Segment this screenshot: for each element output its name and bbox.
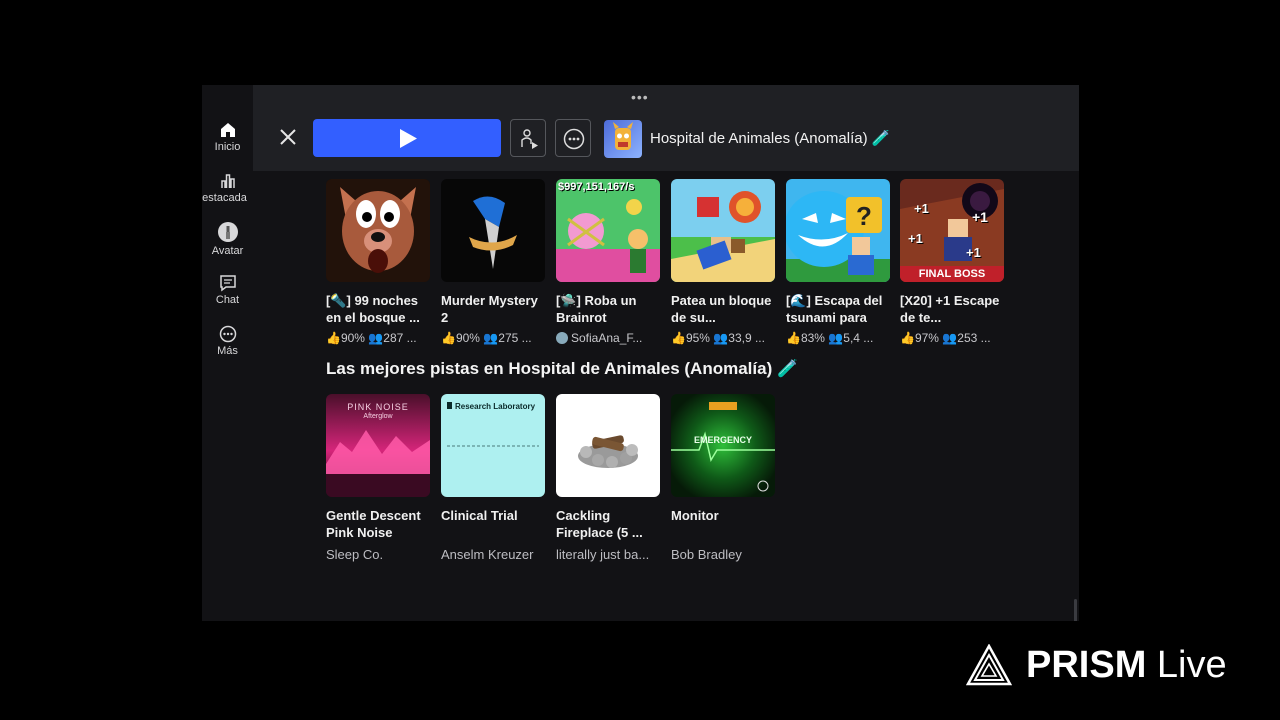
track-artist: Sleep Co. — [326, 547, 384, 562]
track-card[interactable]: PINK NOISE Afterglow Gentle Descent Pink… — [326, 394, 430, 562]
game-card-image: +1 +1 +1 +1 FINAL BOSS — [900, 179, 1004, 282]
track-title: Clinical Trial — [441, 508, 518, 523]
players-icon: 👥 — [368, 331, 384, 345]
sidebar-item-label: Inicio — [214, 141, 241, 153]
game-card[interactable]: $997,151,167/s [🛸] Roba un Brainrot Sofi… — [556, 179, 660, 345]
app-window: Inicio estacada Avatar Chat Más ••• Hosp… — [202, 85, 1079, 621]
track-card[interactable]: Cackling Fireplace (5 ... literally just… — [556, 394, 660, 562]
earnings-overlay: $997,151,167/s — [558, 181, 635, 193]
game-card-title: [🛸] Roba un Brainrot — [556, 293, 637, 325]
svg-text:?: ? — [856, 201, 872, 231]
game-card-title: [🔦] 99 noches en el bosque ... — [326, 293, 420, 325]
track-card[interactable]: Research Laboratory Clinical Trial Ansel… — [441, 394, 545, 562]
chat-icon — [219, 275, 236, 292]
thumbs-up-icon: 👍 — [326, 331, 341, 345]
game-card-stats: 👍90% 👥275 ... — [441, 331, 532, 345]
sidebar-item-label: Chat — [215, 294, 240, 306]
sidebar-item-more[interactable]: Más — [202, 325, 253, 357]
sidebar-item-chat[interactable]: Chat — [202, 274, 253, 306]
sidebar-item-label: Avatar — [211, 245, 244, 257]
game-topbar: ••• Hospital de Animales (Anomalía) 🧪 — [253, 85, 1079, 171]
plus-one-label: +1 — [914, 201, 929, 216]
thumbs-up-icon: 👍 — [900, 331, 915, 345]
close-icon — [280, 129, 296, 145]
thumbs-up-icon: 👍 — [671, 331, 686, 345]
final-boss-banner: FINAL BOSS — [900, 266, 1004, 282]
thumbs-up-icon: 👍 — [786, 331, 801, 345]
prism-live-text: PRISM Live — [1026, 644, 1227, 686]
track-artist: literally just ba... — [556, 547, 650, 562]
game-card-image — [326, 179, 430, 282]
track-cover-text: EMERGENCY — [693, 435, 752, 445]
players-icon: 👥 — [828, 331, 844, 345]
game-card-image — [441, 179, 545, 282]
more-options-button[interactable] — [555, 119, 591, 157]
game-card-title: Patea un bloque de su... — [671, 293, 772, 325]
sidebar-item-label: estacada — [202, 192, 247, 204]
sidebar-item-avatar[interactable]: Avatar — [202, 221, 253, 257]
game-card[interactable]: Murder Mystery 2 👍90% 👥275 ... — [441, 179, 545, 345]
plus-one-label: +1 — [972, 209, 988, 225]
game-card-stats: 👍83% 👥5,4 ... — [786, 331, 874, 345]
prism-logo-icon — [966, 644, 1012, 686]
track-cover: PINK NOISE Afterglow — [326, 394, 430, 497]
play-icon — [400, 129, 417, 148]
tracks-section-title: Las mejores pistas en Hospital de Animal… — [326, 359, 799, 378]
game-thumbnail — [604, 120, 642, 158]
track-artist: Anselm Kreuzer — [441, 547, 534, 562]
prism-live-watermark: PRISM Live — [966, 643, 1238, 687]
players-icon: 👥 — [942, 331, 958, 345]
track-cover-subtext: Afterglow — [363, 413, 393, 420]
more-icon — [219, 325, 236, 343]
avatar-icon — [217, 222, 238, 242]
sidebar-item-charts[interactable]: estacada — [202, 172, 253, 204]
track-title: Cackling Fireplace (5 ... — [556, 508, 643, 540]
track-cover: EMERGENCY — [671, 394, 775, 497]
track-cover — [556, 394, 660, 497]
game-card[interactable]: +1 +1 +1 +1 FINAL BOSS [X20] +1 Escape d… — [900, 179, 1004, 345]
avatar-preview-button[interactable] — [510, 119, 546, 157]
track-title: Gentle Descent Pink Noise — [326, 508, 421, 540]
drag-handle[interactable]: ••• — [631, 89, 649, 105]
game-title: Hospital de Animales (Anomalía) 🧪 — [650, 130, 891, 147]
charts-icon — [220, 174, 235, 188]
content-scrollbar[interactable] — [1074, 599, 1077, 621]
game-card-image — [671, 179, 775, 282]
track-cover: Research Laboratory — [441, 394, 545, 497]
game-card-creator: SofiaAna_F... — [556, 331, 660, 345]
game-card-title: [🌊] Escapa del tsunami para — [786, 293, 883, 325]
sidebar: Inicio estacada Avatar Chat Más — [202, 85, 253, 621]
thumbs-up-icon: 👍 — [441, 331, 456, 345]
game-card[interactable]: [🔦] 99 noches en el bosque ... 👍90% 👥287… — [326, 179, 430, 345]
home-icon — [220, 123, 235, 137]
avatar-play-icon — [521, 129, 538, 149]
game-card[interactable]: Patea un bloque de su... 👍95% 👥33,9 ... — [671, 179, 775, 345]
track-cover-text: PINK NOISE — [347, 402, 409, 412]
game-card-image: $997,151,167/s — [556, 179, 660, 282]
sidebar-item-label: Más — [217, 345, 238, 357]
game-details-content: [🔦] 99 noches en el bosque ... 👍90% 👥287… — [253, 171, 1079, 621]
game-card[interactable]: ? [🌊] Escapa del tsunami para 👍83% 👥5,4 … — [786, 179, 890, 345]
close-button[interactable] — [276, 125, 300, 149]
game-card-image: ? — [786, 179, 890, 282]
plus-one-label: +1 — [908, 231, 923, 246]
track-artist: Bob Bradley — [671, 547, 742, 562]
ellipsis-icon — [563, 128, 585, 150]
game-card-stats: 👍97% 👥253 ... — [900, 331, 991, 345]
sidebar-item-home[interactable]: Inicio — [202, 121, 253, 153]
plus-one-label: +1 — [966, 245, 981, 260]
game-card-stats: 👍95% 👥33,9 ... — [671, 331, 765, 345]
game-card-stats: 👍90% 👥287 ... — [326, 331, 417, 345]
players-icon: 👥 — [713, 331, 729, 345]
play-button[interactable] — [313, 119, 501, 157]
creator-avatar-icon — [556, 332, 568, 344]
track-title: Monitor — [671, 508, 719, 523]
track-card[interactable]: EMERGENCY Monitor Bob Bradley — [671, 394, 775, 562]
game-card-title: Murder Mystery 2 — [441, 293, 538, 325]
game-card-title: [X20] +1 Escape de te... — [900, 293, 1000, 325]
players-icon: 👥 — [483, 331, 499, 345]
